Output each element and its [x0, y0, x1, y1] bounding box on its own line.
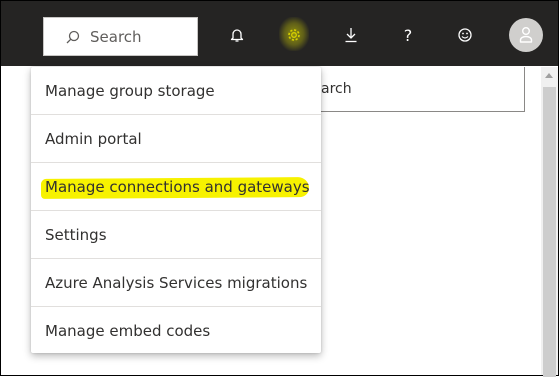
- menu-item-settings[interactable]: Settings: [31, 211, 321, 259]
- help-icon: ?: [403, 25, 413, 45]
- notifications-button[interactable]: [223, 21, 251, 49]
- menu-item-manage-connections-gateways[interactable]: Manage connections and gateways: [31, 163, 321, 211]
- search-placeholder: Search: [90, 27, 142, 46]
- smiley-icon: [458, 28, 472, 42]
- account-avatar[interactable]: [509, 18, 543, 52]
- feedback-button[interactable]: [451, 21, 479, 49]
- menu-item-label: Admin portal: [45, 129, 142, 148]
- vertical-scrollbar[interactable]: [541, 67, 558, 377]
- background-search-box[interactable]: arch: [300, 67, 525, 112]
- menu-item-label: Manage connections and gateways: [45, 177, 310, 196]
- menu-item-admin-portal[interactable]: Admin portal: [31, 115, 321, 163]
- top-bar: Search ?: [1, 1, 558, 66]
- settings-dropdown-menu: Manage group storage Admin portal Manage…: [31, 67, 321, 353]
- bell-icon: [230, 29, 244, 42]
- menu-item-label: Manage group storage: [45, 81, 215, 100]
- menu-item-manage-group-storage[interactable]: Manage group storage: [31, 67, 321, 115]
- download-button[interactable]: [337, 21, 365, 49]
- settings-button[interactable]: [280, 21, 308, 49]
- user-icon: [519, 27, 533, 43]
- gear-icon: [288, 29, 300, 41]
- download-icon: [345, 28, 357, 43]
- search-icon: [66, 30, 80, 43]
- menu-item-label: Settings: [45, 225, 107, 244]
- background-search-text: arch: [321, 81, 352, 97]
- search-input[interactable]: Search: [43, 17, 198, 56]
- menu-item-label: Azure Analysis Services migrations: [45, 273, 308, 292]
- scrollbar-thumb[interactable]: [543, 87, 556, 377]
- menu-item-azure-analysis-services-migrations[interactable]: Azure Analysis Services migrations: [31, 259, 321, 307]
- help-button[interactable]: ?: [394, 21, 422, 49]
- menu-item-manage-embed-codes[interactable]: Manage embed codes: [31, 307, 321, 355]
- menu-item-label: Manage embed codes: [45, 322, 211, 340]
- scroll-up-arrow-icon[interactable]: [545, 73, 553, 78]
